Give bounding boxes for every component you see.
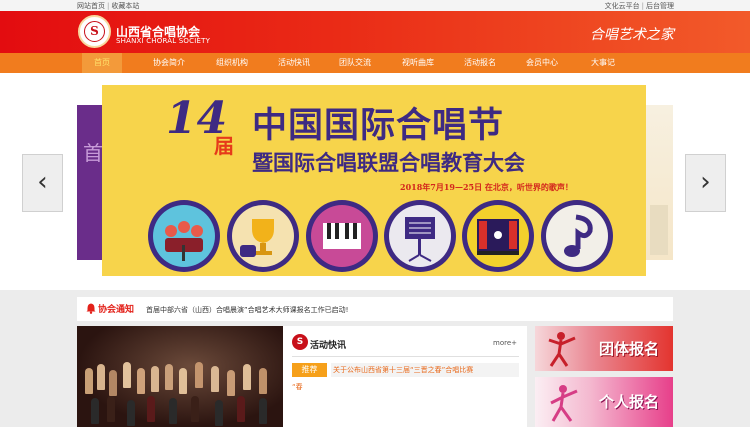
nav-item-about[interactable]: 协会简介 (144, 53, 194, 73)
photo-figure (215, 400, 223, 426)
photo-figure (151, 366, 159, 392)
personal-registration-banner[interactable]: 个人报名 (535, 377, 673, 427)
news-divider (292, 356, 519, 357)
photo-figure (91, 398, 99, 424)
site-logo[interactable]: S (78, 15, 111, 48)
top-utility-bar: 网站首页 | 收藏本站 文化云平台 | 后台管理 (0, 0, 750, 11)
choir-icon (148, 200, 220, 272)
link-bookmark[interactable]: 收藏本站 (111, 2, 139, 10)
nav-item-teams[interactable]: 团队交流 (330, 53, 380, 73)
trophy-icon (227, 200, 299, 272)
photo-figure (165, 364, 173, 390)
piano-icon (306, 200, 378, 272)
site-name-en: SHANXI CHORAL SOCIETY (116, 37, 211, 45)
dancer-silhouette-icon (548, 332, 576, 367)
banner-title: 中国国际合唱节 (252, 105, 505, 146)
news-item-continuation[interactable]: “春 (292, 382, 303, 392)
banner-subtitle: 暨国际合唱联盟合唱教育大会 (252, 150, 525, 175)
banner-slide-festival[interactable]: 14 届 中国国际合唱节 暨国际合唱联盟合唱教育大会 2018年7月19—25日… (102, 85, 646, 276)
news-tag-recommended: 推荐 (292, 363, 327, 377)
nav-item-library[interactable]: 视听曲库 (393, 53, 443, 73)
news-panel-title: 活动快讯 (310, 341, 347, 351)
photo-figure (179, 368, 187, 394)
carousel-prev-button[interactable]: ‹ (22, 154, 63, 212)
nav-item-members[interactable]: 会员中心 (517, 53, 567, 73)
news-item-link[interactable]: 关于公布山西省第十三届“三晋之春”合唱比赛 (331, 363, 519, 377)
photo-figure (97, 364, 105, 390)
topbar-right-links: 文化云平台 | 后台管理 (605, 1, 674, 11)
photo-figure (195, 362, 203, 388)
chevron-left-icon: ‹ (37, 167, 48, 197)
group-registration-banner[interactable]: 团体报名 (535, 326, 673, 371)
carousel-next-slide (646, 105, 673, 260)
photo-figure (127, 400, 135, 426)
photo-figure (211, 366, 219, 392)
bell-icon (86, 303, 96, 314)
stage-icon (462, 200, 534, 272)
photo-figure (227, 370, 235, 396)
photo-figure (107, 396, 115, 422)
banner-edition-suffix: 届 (214, 134, 234, 158)
music-note-icon (541, 200, 613, 272)
photo-figure (259, 368, 267, 394)
separator: | (107, 2, 110, 10)
separator: | (641, 2, 644, 10)
news-more-link[interactable]: more+ (493, 339, 517, 347)
music-stand-icon (384, 200, 456, 272)
prev-slide-text: 首 (83, 141, 102, 165)
photo-figure (109, 370, 117, 396)
choir-photo[interactable] (77, 326, 283, 427)
photo-figure (237, 396, 245, 422)
photo-figure (243, 364, 251, 390)
notice-label: 协会通知 (98, 305, 135, 315)
link-culture-cloud[interactable]: 文化云平台 (605, 2, 640, 10)
news-logo-icon: S (292, 334, 308, 350)
next-slide-decoration (650, 205, 668, 255)
group-registration-label: 团体报名 (598, 340, 659, 358)
photo-figure (85, 368, 93, 394)
photo-figure (191, 396, 199, 422)
carousel-next-button[interactable]: › (685, 154, 726, 212)
logo-emblem-icon: S (84, 21, 105, 42)
nav-item-home[interactable]: 首页 (82, 53, 122, 73)
banner-icon-row (148, 200, 618, 272)
banner-date: 2018年7月19—25日 在北京，听世界的歌声！ (400, 182, 573, 192)
nav-item-chronicle[interactable]: 大事记 (583, 53, 623, 73)
nav-item-registration[interactable]: 活动报名 (455, 53, 505, 73)
main-nav: 首页 协会简介 组织机构 活动快讯 团队交流 视听曲库 活动报名 会员中心 大事… (0, 53, 750, 73)
personal-registration-label: 个人报名 (598, 393, 659, 411)
photo-figure (123, 362, 131, 388)
link-home[interactable]: 网站首页 (77, 2, 105, 10)
chevron-right-icon: › (700, 167, 711, 197)
header-slogan: 合唱艺术之家 (590, 27, 674, 43)
photo-figure (137, 368, 145, 394)
dancer-silhouette-icon (550, 385, 578, 422)
photo-figure (169, 398, 177, 424)
nav-item-organization[interactable]: 组织机构 (207, 53, 257, 73)
notice-marquee-text[interactable]: 首届中部六省（山西）合唱晨演”合唱艺术大师课报名工作已启动! (146, 305, 348, 315)
photo-figure (259, 398, 267, 424)
link-admin[interactable]: 后台管理 (646, 2, 674, 10)
nav-item-news[interactable]: 活动快讯 (269, 53, 319, 73)
topbar-left-links: 网站首页 | 收藏本站 (77, 1, 139, 11)
carousel-prev-slide: 首 (77, 105, 102, 260)
photo-figure (147, 396, 155, 422)
